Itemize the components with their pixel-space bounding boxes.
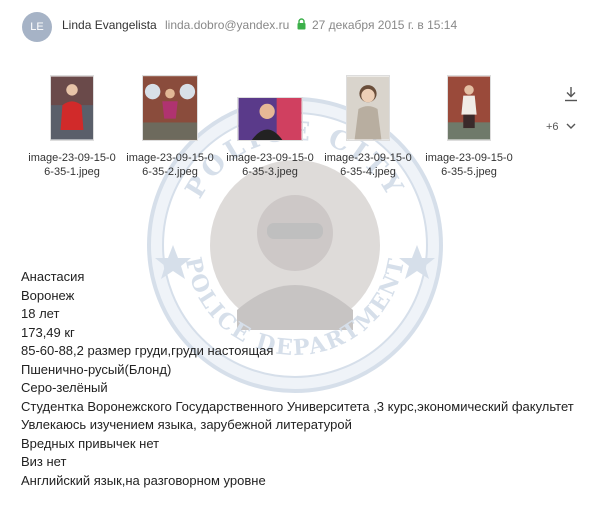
chevron-down-icon[interactable]	[566, 122, 576, 130]
body-line: Студентка Воронежского Государственного …	[21, 398, 574, 414]
attachment-thumbnail[interactable]	[142, 75, 198, 141]
attachment-thumbnail[interactable]	[50, 75, 94, 141]
attachment-name[interactable]: image-23-09-15-06-35-2.jpeg	[125, 151, 215, 179]
sender-email[interactable]: linda.dobro@yandex.ru	[165, 18, 289, 32]
sender-avatar[interactable]: LE	[22, 12, 52, 42]
attachment-5[interactable]: image-23-09-15-06-35-5.jpeg	[424, 75, 514, 178]
body-line: Анастасия	[21, 269, 85, 284]
message-date: 27 декабря 2015 г. в 15:14	[312, 18, 458, 32]
attachment-name[interactable]: image-23-09-15-06-35-1.jpeg	[27, 151, 117, 179]
body-line: 18 лет	[21, 306, 60, 321]
attachment-name[interactable]: image-23-09-15-06-35-3.jpeg	[225, 151, 315, 179]
body-line: 173,49 кг	[21, 324, 75, 340]
body-line: Английский язык,на разговорном уровне	[21, 472, 266, 488]
body-line: Воронеж	[21, 287, 75, 303]
body-line: Увлекаюсь изучением языка, зарубежной ли…	[21, 417, 352, 432]
attachment-3[interactable]: image-23-09-15-06-35-3.jpeg	[225, 75, 315, 178]
attachment-name[interactable]: image-23-09-15-06-35-4.jpeg	[323, 151, 413, 179]
attachment-thumbnail[interactable]	[237, 97, 303, 141]
message-body: Анастасия Воронеж 18 лет 173,49 кг 85-60…	[21, 268, 581, 490]
attachment-1[interactable]: image-23-09-15-06-35-1.jpeg	[27, 75, 117, 178]
sender-name[interactable]: Linda Evangelista	[62, 18, 157, 32]
attachment-name[interactable]: image-23-09-15-06-35-5.jpeg	[424, 151, 514, 179]
body-line: Вредных привычек нет	[21, 435, 160, 451]
lock-icon	[297, 18, 306, 30]
attachment-thumbnail[interactable]	[447, 75, 491, 141]
attachment-4[interactable]: image-23-09-15-06-35-4.jpeg	[323, 75, 413, 178]
more-attachments-count[interactable]: +6	[546, 121, 559, 133]
body-line: Пшенично-русый(Блонд)	[21, 361, 172, 377]
download-icon[interactable]	[564, 86, 578, 102]
body-line: Виз нет	[21, 454, 67, 469]
body-line: 85-60-88,2 размер груди,груди настоящая	[21, 343, 274, 358]
message-header: LE Linda Evangelista linda.dobro@yandex.…	[0, 0, 600, 50]
attachment-thumbnail[interactable]	[346, 75, 390, 141]
attachment-2[interactable]: image-23-09-15-06-35-2.jpeg	[125, 75, 215, 178]
body-line: Серо-зелёный	[21, 380, 108, 395]
